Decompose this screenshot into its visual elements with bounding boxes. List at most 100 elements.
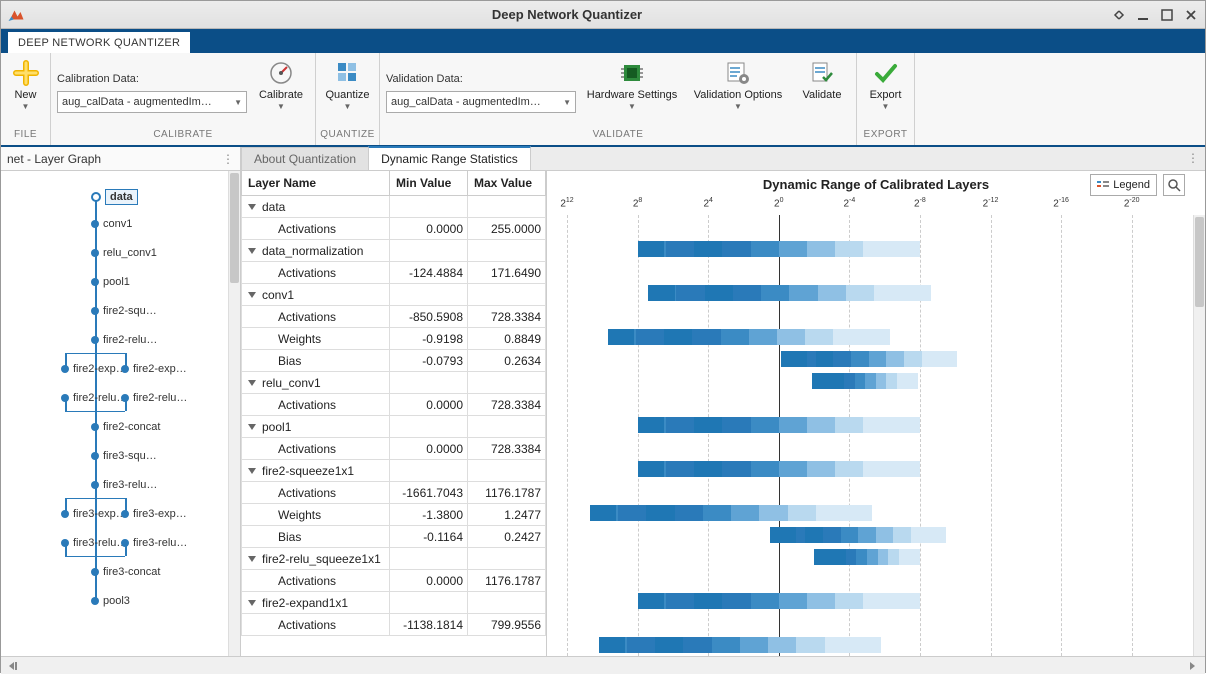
scroll-right-icon[interactable] xyxy=(1185,660,1199,672)
maximize-icon[interactable] xyxy=(1159,7,1175,23)
graph-node[interactable]: fire2-exp… xyxy=(61,363,127,375)
dynamic-range-chart: Dynamic Range of Calibrated Layers Legen… xyxy=(547,171,1205,656)
graph-node[interactable]: relu_conv1 xyxy=(91,247,157,259)
chart-title: Dynamic Range of Calibrated Layers xyxy=(763,177,989,192)
expand-tri-icon[interactable] xyxy=(248,556,256,562)
tab-dynamic-range-stats[interactable]: Dynamic Range Statistics xyxy=(368,146,531,170)
ribbon-tab-main[interactable]: DEEP NETWORK QUANTIZER xyxy=(7,31,191,53)
graph-node[interactable]: fire3-squ… xyxy=(91,450,157,462)
table-row[interactable]: pool1 xyxy=(242,416,546,438)
table-row[interactable]: Activations0.00001176.1787 xyxy=(242,570,546,592)
graph-node[interactable]: pool3 xyxy=(91,595,130,607)
table-row[interactable]: Weights-1.38001.2477 xyxy=(242,504,546,526)
table-row[interactable]: Activations-1138.1814799.9556 xyxy=(242,614,546,636)
table-row[interactable]: fire2-relu_squeeze1x1 xyxy=(242,548,546,570)
col-layer-name[interactable]: Layer Name xyxy=(242,171,390,196)
pane-menu-icon[interactable]: ⋮ xyxy=(222,152,234,166)
table-row[interactable]: Bias-0.07930.2634 xyxy=(242,350,546,372)
scroll-left-icon[interactable] xyxy=(7,660,21,672)
layer-graph-pane: net - Layer Graph ⋮ data conv1 relu_conv1p… xyxy=(1,147,241,656)
expand-tri-icon[interactable] xyxy=(248,292,256,298)
graph-node[interactable]: fire2-exp… xyxy=(121,363,187,375)
graph-node[interactable]: data xyxy=(91,189,138,205)
export-button[interactable]: Export ▼ xyxy=(863,57,908,129)
axis-tick: 2-20 xyxy=(1124,197,1140,209)
layer-graph-title-bar: net - Layer Graph ⋮ xyxy=(1,147,240,171)
node-dot-icon xyxy=(91,192,101,202)
node-label: relu_conv1 xyxy=(103,247,157,259)
table-row[interactable]: data xyxy=(242,196,546,218)
quantize-button[interactable]: Quantize ▼ xyxy=(322,57,373,129)
scrollbar[interactable] xyxy=(1193,215,1205,656)
graph-node[interactable]: conv1 xyxy=(91,218,132,230)
heatmap-row xyxy=(547,241,1193,257)
table-row[interactable]: Activations0.0000255.0000 xyxy=(242,218,546,240)
close-icon[interactable] xyxy=(1183,7,1199,23)
validation-options-button[interactable]: Validation Options ▼ xyxy=(688,57,788,129)
window-title: Deep Network Quantizer xyxy=(31,7,1103,22)
graph-node[interactable]: fire2-squ… xyxy=(91,305,157,317)
node-label: data xyxy=(105,189,138,205)
node-dot-icon xyxy=(61,394,69,402)
heatmap-row xyxy=(547,637,1193,653)
expand-tri-icon[interactable] xyxy=(248,204,256,210)
scrollbar[interactable] xyxy=(228,171,240,656)
node-label: fire3-exp… xyxy=(133,508,187,520)
expand-tri-icon[interactable] xyxy=(248,468,256,474)
title-bar: Deep Network Quantizer xyxy=(1,1,1205,29)
table-row[interactable]: relu_conv1 xyxy=(242,372,546,394)
graph-node[interactable]: pool1 xyxy=(91,276,130,288)
table-row[interactable]: Activations0.0000728.3384 xyxy=(242,394,546,416)
graph-node[interactable]: fire2-relu… xyxy=(91,334,157,346)
col-min-value[interactable]: Min Value xyxy=(390,171,468,196)
axis-tick: 20 xyxy=(774,197,783,209)
table-row[interactable]: Activations-1661.70431176.1787 xyxy=(242,482,546,504)
graph-node[interactable]: fire3-relu… xyxy=(61,537,127,549)
graph-node[interactable]: fire3-exp… xyxy=(121,508,187,520)
graph-node[interactable]: fire3-exp… xyxy=(61,508,127,520)
expand-icon[interactable] xyxy=(1111,7,1127,23)
matlab-logo-icon xyxy=(7,6,25,24)
graph-node[interactable]: fire2-concat xyxy=(91,421,160,433)
zero-gridline xyxy=(779,215,780,656)
table-row[interactable]: fire2-expand1x1 xyxy=(242,592,546,614)
node-dot-icon xyxy=(121,510,129,518)
col-max-value[interactable]: Max Value xyxy=(468,171,546,196)
table-row[interactable]: data_normalization xyxy=(242,240,546,262)
chart-body[interactable] xyxy=(547,215,1205,656)
graph-node[interactable]: fire3-relu… xyxy=(91,479,157,491)
legend-button[interactable]: Legend xyxy=(1090,174,1157,196)
scrollbar-thumb[interactable] xyxy=(230,173,239,283)
table-row[interactable]: Activations0.0000728.3384 xyxy=(242,438,546,460)
tab-about-quantization[interactable]: About Quantization xyxy=(241,147,369,170)
graph-node[interactable]: fire3-concat xyxy=(91,566,160,578)
zoom-button[interactable] xyxy=(1163,174,1185,196)
table-row[interactable]: Weights-0.91980.8849 xyxy=(242,328,546,350)
table-row[interactable]: fire2-squeeze1x1 xyxy=(242,460,546,482)
scrollbar-thumb[interactable] xyxy=(1195,217,1204,307)
heatmap-row xyxy=(547,593,1193,609)
minimize-icon[interactable] xyxy=(1135,7,1151,23)
table-row[interactable]: Activations-850.5908728.3384 xyxy=(242,306,546,328)
expand-tri-icon[interactable] xyxy=(248,600,256,606)
calibrate-button[interactable]: Calibrate ▼ xyxy=(253,57,309,129)
node-label: pool1 xyxy=(103,276,130,288)
layer-graph-canvas[interactable]: data conv1 relu_conv1 pool1 fire2-squ… fire2-… xyxy=(1,171,240,656)
new-button[interactable]: New ▼ xyxy=(7,57,44,129)
node-dot-icon xyxy=(91,597,99,605)
pane-menu-icon[interactable]: ⋮ xyxy=(1187,151,1199,165)
expand-tri-icon[interactable] xyxy=(248,424,256,430)
chevron-down-icon: ▼ xyxy=(563,98,571,107)
expand-tri-icon[interactable] xyxy=(248,380,256,386)
graph-node[interactable]: fire2-relu… xyxy=(61,392,127,404)
table-row[interactable]: Activations-124.4884171.6490 xyxy=(242,262,546,284)
table-row[interactable]: Bias-0.11640.2427 xyxy=(242,526,546,548)
table-row[interactable]: conv1 xyxy=(242,284,546,306)
validation-data-combo[interactable]: aug_calData - augmentedIm… ▼ xyxy=(386,91,576,113)
graph-node[interactable]: fire3-relu… xyxy=(121,537,187,549)
graph-node[interactable]: fire2-relu… xyxy=(121,392,187,404)
calibration-data-combo[interactable]: aug_calData - augmentedIm… ▼ xyxy=(57,91,247,113)
hardware-settings-button[interactable]: Hardware Settings ▼ xyxy=(582,57,682,129)
expand-tri-icon[interactable] xyxy=(248,248,256,254)
validate-button[interactable]: Validate xyxy=(794,57,850,129)
